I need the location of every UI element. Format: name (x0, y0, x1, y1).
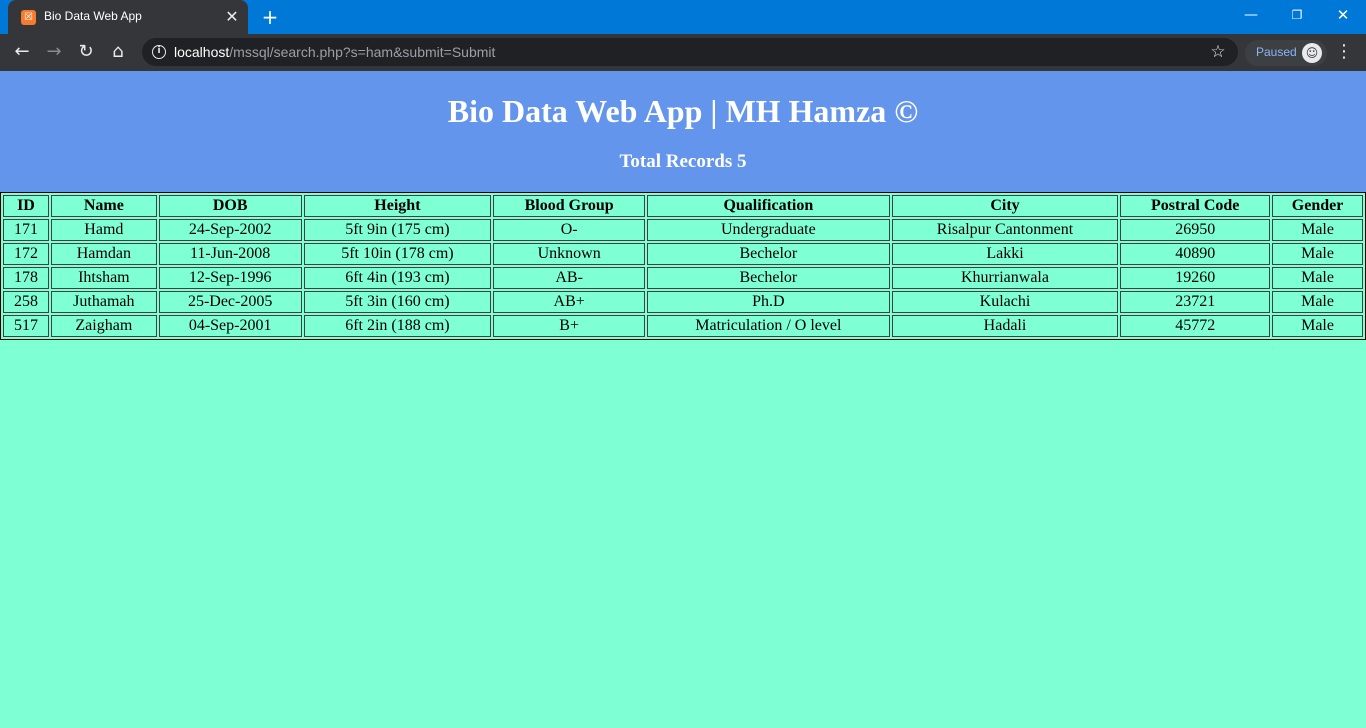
column-header: Blood Group (493, 195, 646, 217)
table-cell: 6ft 2in (188 cm) (303, 315, 492, 337)
table-cell: 40890 (1120, 243, 1271, 265)
xampp-icon: ☒ (21, 10, 36, 25)
restore-button[interactable]: ❐ (1274, 0, 1320, 30)
table-cell: Zaigham (50, 315, 157, 337)
table-cell: 25-Dec-2005 (158, 291, 302, 313)
table-cell: 19260 (1120, 267, 1271, 289)
table-cell: Khurrianwala (891, 267, 1119, 289)
table-cell: Male (1272, 243, 1363, 265)
column-header: Qualification (647, 195, 890, 217)
table-cell: Ihtsham (50, 267, 157, 289)
address-bar[interactable]: i localhost/mssql/search.php?s=ham&submi… (142, 38, 1238, 66)
table-cell: 171 (3, 219, 49, 241)
column-header: DOB (158, 195, 302, 217)
new-tab-button[interactable]: + (258, 5, 282, 29)
table-cell: 23721 (1120, 291, 1271, 313)
table-cell: Ph.D (647, 291, 890, 313)
url-host: localhost (174, 44, 230, 60)
url-path: /mssql/search.php?s=ham&submit=Submit (229, 44, 496, 60)
records-table: ID Name DOB Height Blood Group Qualifica… (0, 192, 1366, 340)
table-cell: Lakki (891, 243, 1119, 265)
column-header: ID (3, 195, 49, 217)
table-cell: Matriculation / O level (647, 315, 890, 337)
forward-button[interactable]: → (40, 38, 68, 66)
table-cell: Undergraduate (647, 219, 890, 241)
table-cell: Unknown (493, 243, 646, 265)
bookmark-star-icon[interactable]: ☆ (1208, 42, 1228, 62)
table-cell: 258 (3, 291, 49, 313)
table-row: 258 Juthamah 25-Dec-2005 5ft 3in (160 cm… (3, 291, 1363, 313)
browser-toolbar: ← → ↻ ⌂ i localhost/mssql/search.php?s=h… (0, 34, 1366, 71)
table-cell: 12-Sep-1996 (158, 267, 302, 289)
table-cell: Male (1272, 219, 1363, 241)
table-cell: 6ft 4in (193 cm) (303, 267, 492, 289)
profile-status: Paused (1256, 45, 1297, 59)
url-text[interactable]: localhost/mssql/search.php?s=ham&submit=… (174, 44, 495, 60)
table-row: 172 Hamdan 11-Jun-2008 5ft 10in (178 cm)… (3, 243, 1363, 265)
table-row: 178 Ihtsham 12-Sep-1996 6ft 4in (193 cm)… (3, 267, 1363, 289)
table-cell: 11-Jun-2008 (158, 243, 302, 265)
table-cell: B+ (493, 315, 646, 337)
minimize-button[interactable]: — (1228, 0, 1274, 30)
table-cell: Hadali (891, 315, 1119, 337)
table-cell: Male (1272, 267, 1363, 289)
table-cell: 24-Sep-2002 (158, 219, 302, 241)
table-cell: 178 (3, 267, 49, 289)
records-table-container: ID Name DOB Height Blood Group Qualifica… (0, 192, 1366, 340)
table-cell: Male (1272, 315, 1363, 337)
table-cell: Hamdan (50, 243, 157, 265)
table-cell: Kulachi (891, 291, 1119, 313)
table-cell: Juthamah (50, 291, 157, 313)
table-cell: 517 (3, 315, 49, 337)
table-header-row: ID Name DOB Height Blood Group Qualifica… (3, 195, 1363, 217)
table-cell: 5ft 3in (160 cm) (303, 291, 492, 313)
page-header: Bio Data Web App | MH Hamza © Total Reco… (0, 71, 1366, 192)
table-cell: Risalpur Cantonment (891, 219, 1119, 241)
profile-button[interactable]: Paused ☺ (1245, 40, 1327, 66)
table-cell: 5ft 10in (178 cm) (303, 243, 492, 265)
table-cell: 172 (3, 243, 49, 265)
table-cell: AB- (493, 267, 646, 289)
avatar: ☺ (1302, 43, 1322, 63)
table-cell: 5ft 9in (175 cm) (303, 219, 492, 241)
column-header: City (891, 195, 1119, 217)
close-tab-icon[interactable]: ✕ (223, 8, 241, 26)
table-cell: Bechelor (647, 267, 890, 289)
table-cell: 04-Sep-2001 (158, 315, 302, 337)
table-cell: 45772 (1120, 315, 1271, 337)
close-window-button[interactable]: ✕ (1320, 0, 1366, 30)
reload-button[interactable]: ↻ (72, 38, 100, 66)
home-button[interactable]: ⌂ (104, 38, 132, 66)
browser-titlebar: ☒ Bio Data Web App ✕ + — ❐ ✕ (0, 0, 1366, 34)
tab-title: Bio Data Web App (44, 9, 142, 23)
table-cell: Male (1272, 291, 1363, 313)
more-menu-icon[interactable]: ⋮ (1334, 38, 1354, 66)
page-title: Bio Data Web App | MH Hamza © (447, 93, 919, 129)
column-header: Postral Code (1120, 195, 1271, 217)
table-cell: AB+ (493, 291, 646, 313)
column-header: Name (50, 195, 157, 217)
table-cell: Hamd (50, 219, 157, 241)
table-cell: 26950 (1120, 219, 1271, 241)
site-info-icon[interactable]: i (152, 45, 166, 59)
column-header: Height (303, 195, 492, 217)
table-row: 171 Hamd 24-Sep-2002 5ft 9in (175 cm) O-… (3, 219, 1363, 241)
record-count: Total Records 5 (619, 151, 747, 172)
table-row: 517 Zaigham 04-Sep-2001 6ft 2in (188 cm)… (3, 315, 1363, 337)
back-button[interactable]: ← (8, 38, 36, 66)
browser-tab[interactable]: ☒ Bio Data Web App ✕ (8, 0, 248, 34)
table-cell: Bechelor (647, 243, 890, 265)
table-cell: O- (493, 219, 646, 241)
column-header: Gender (1272, 195, 1363, 217)
